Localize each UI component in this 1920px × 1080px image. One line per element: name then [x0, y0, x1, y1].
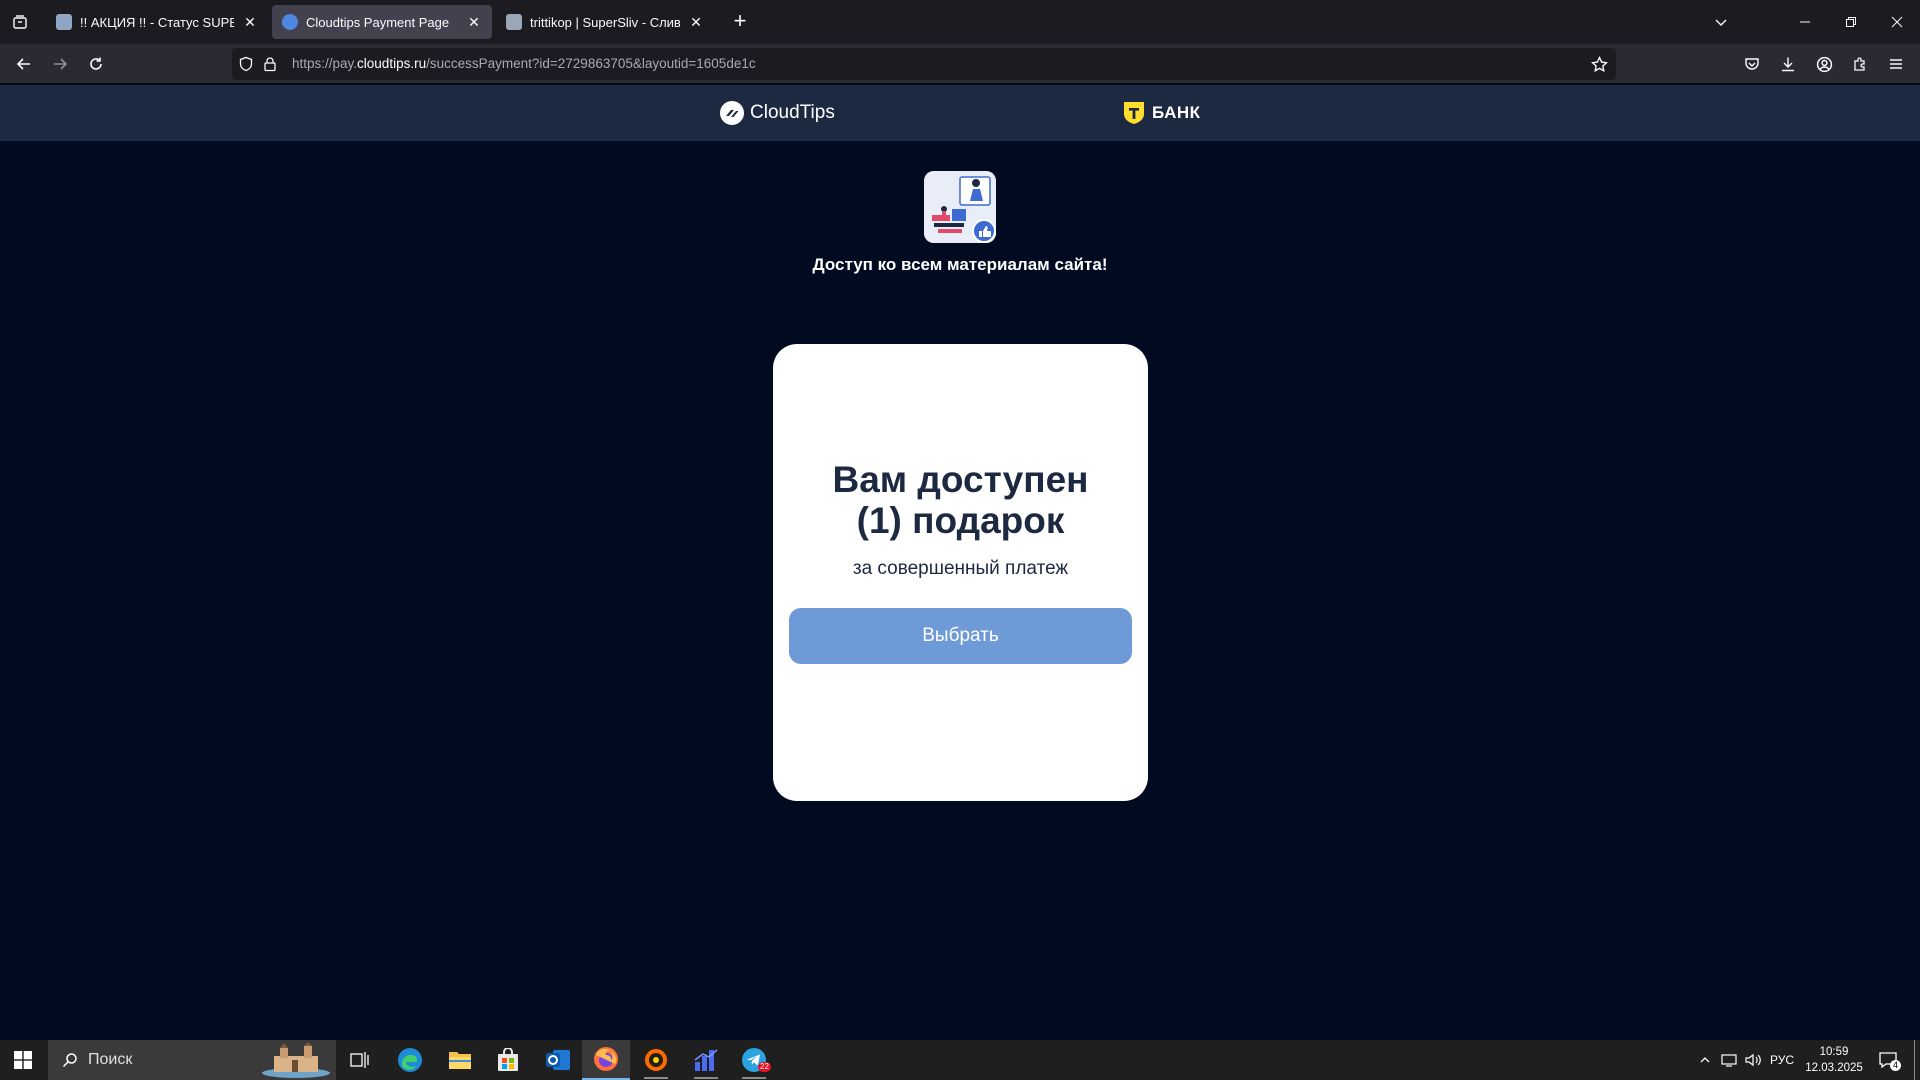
clock[interactable]: 10:59 12.03.2025: [1798, 1044, 1870, 1076]
start-button[interactable]: [0, 1040, 46, 1080]
search-placeholder: Поиск: [88, 1051, 133, 1068]
outlook-icon: [546, 1050, 570, 1070]
taskbar-file-explorer[interactable]: [436, 1040, 484, 1080]
close-window-icon[interactable]: [1874, 0, 1920, 44]
account-button[interactable]: [1810, 50, 1838, 78]
cloudtips-favicon-icon: [282, 14, 298, 30]
taskbar-telegram[interactable]: 22: [730, 1040, 778, 1080]
tab-title: trittikop | SuperSliv - Слив Платн: [530, 14, 680, 30]
hamburger-menu-icon: [1890, 59, 1902, 69]
new-tab-plus-icon[interactable]: +: [728, 10, 752, 34]
tab-trittikop[interactable]: trittikop | SuperSliv - Слив Платн ✕: [496, 5, 714, 39]
download-icon: [1782, 57, 1794, 72]
nav-bar: https://pay.cloudtips.ru/successPayment?…: [0, 44, 1920, 84]
volume-tray[interactable]: [1742, 1040, 1764, 1080]
taskbar-app-chart[interactable]: [682, 1040, 730, 1080]
task-view-button[interactable]: [336, 1040, 384, 1080]
taskbar-search-box[interactable]: Поиск: [48, 1040, 336, 1080]
taskbar-store[interactable]: [484, 1040, 532, 1080]
tracking-shield-icon[interactable]: [238, 56, 254, 72]
show-hidden-icons-button[interactable]: [1694, 1040, 1716, 1080]
puzzle-extension-icon: [1854, 57, 1865, 71]
speaker-icon: [1745, 1053, 1761, 1067]
taskbar: Поиск 22 РУС 10:59 12.03.2025 4: [0, 1040, 1920, 1080]
show-desktop-divider[interactable]: [1914, 1040, 1915, 1080]
gift-card: Вам доступен (1) подарок за совершенный …: [773, 344, 1148, 801]
tab-list-button[interactable]: [8, 8, 32, 36]
search-highlight-castle-icon: [262, 1042, 330, 1078]
edge-icon: [398, 1048, 422, 1072]
tbank-brand-text: БАНК: [1152, 103, 1201, 122]
firefox-icon: [594, 1047, 618, 1071]
back-arrow-icon: [16, 58, 30, 70]
forward-button[interactable]: [46, 50, 74, 78]
taskbar-app-orange[interactable]: [632, 1040, 680, 1080]
downloads-button[interactable]: [1774, 50, 1802, 78]
product-image: [924, 171, 996, 243]
app-menu-button[interactable]: [1882, 50, 1910, 78]
folder-icon: [449, 1052, 471, 1069]
gift-heading-line1: Вам доступен: [832, 459, 1089, 500]
network-tray[interactable]: [1718, 1040, 1740, 1080]
notifications-button[interactable]: 4: [1870, 1040, 1906, 1080]
restore-icon[interactable]: [1828, 0, 1874, 44]
minimize-icon[interactable]: [1782, 0, 1828, 44]
pocket-button[interactable]: [1738, 50, 1766, 78]
cloudtips-logo[interactable]: CloudTips: [720, 101, 835, 125]
url-text[interactable]: https://pay.cloudtips.ru/successPayment?…: [292, 56, 756, 71]
choose-button[interactable]: Выбрать: [789, 608, 1132, 664]
tab-akciya[interactable]: !! АКЦИЯ !! - Статус SUPER VIP ✕: [46, 5, 268, 39]
tab-list-icon: [13, 15, 27, 29]
bookmark-star-icon[interactable]: [1591, 56, 1608, 73]
tab-title: !! АКЦИЯ !! - Статус SUPER VIP: [80, 14, 234, 30]
tab-title: Cloudtips Payment Page: [306, 14, 450, 30]
store-bag-icon: [498, 1048, 518, 1071]
tab-close-icon[interactable]: ✕: [688, 14, 704, 30]
site-favicon-icon: [56, 14, 72, 30]
tab-close-icon[interactable]: ✕: [466, 14, 482, 30]
chevron-up-icon: [1700, 1057, 1710, 1063]
site-header: CloudTips БАНК: [0, 85, 1920, 141]
gift-heading: Вам доступен (1) подарок: [773, 459, 1148, 541]
extensions-button[interactable]: [1846, 50, 1874, 78]
tab-cloudtips[interactable]: Cloudtips Payment Page ✕: [272, 5, 492, 39]
lock-icon[interactable]: [262, 56, 278, 72]
tbank-logo[interactable]: БАНК: [1122, 101, 1201, 125]
list-all-tabs-chevron-icon[interactable]: [1698, 0, 1744, 44]
taskbar-firefox[interactable]: [582, 1040, 630, 1080]
cloudtips-brand-text: CloudTips: [750, 102, 835, 123]
tbank-shield-icon: [1124, 102, 1144, 124]
network-icon: [1721, 1054, 1737, 1067]
reload-icon: [90, 57, 102, 70]
task-view-icon: [350, 1052, 369, 1068]
telegram-unread-badge: 22: [758, 1062, 771, 1072]
product-title: Доступ ко всем материалам сайта!: [812, 255, 1108, 274]
site-favicon-icon: [506, 14, 522, 30]
url-bar[interactable]: https://pay.cloudtips.ru/successPayment?…: [232, 48, 1616, 80]
notification-count-badge: 4: [1890, 1060, 1902, 1071]
gift-heading-line2: (1) подарок: [856, 500, 1065, 541]
windows-logo-icon: [14, 1051, 32, 1069]
gift-subtitle: за совершенный платеж: [852, 558, 1069, 579]
forward-arrow-icon: [54, 58, 68, 70]
clock-date: 12.03.2025: [1805, 1062, 1863, 1074]
search-icon: [62, 1053, 77, 1068]
language-indicator[interactable]: РУС: [1770, 1053, 1794, 1067]
tab-strip: !! АКЦИЯ !! - Статус SUPER VIP ✕ Cloudti…: [0, 0, 1920, 44]
taskbar-outlook[interactable]: [534, 1040, 582, 1080]
reload-button[interactable]: [82, 50, 110, 78]
account-icon: [1816, 56, 1832, 72]
taskbar-edge[interactable]: [386, 1040, 434, 1080]
orange-ring-app-icon: [645, 1049, 667, 1071]
clock-time: 10:59: [1819, 1046, 1849, 1058]
cloudtips-logo-icon: [720, 101, 744, 125]
pocket-icon: [1745, 58, 1759, 70]
back-button[interactable]: [10, 50, 38, 78]
tab-close-icon[interactable]: ✕: [242, 14, 258, 30]
bar-chart-app-icon: [694, 1049, 718, 1071]
